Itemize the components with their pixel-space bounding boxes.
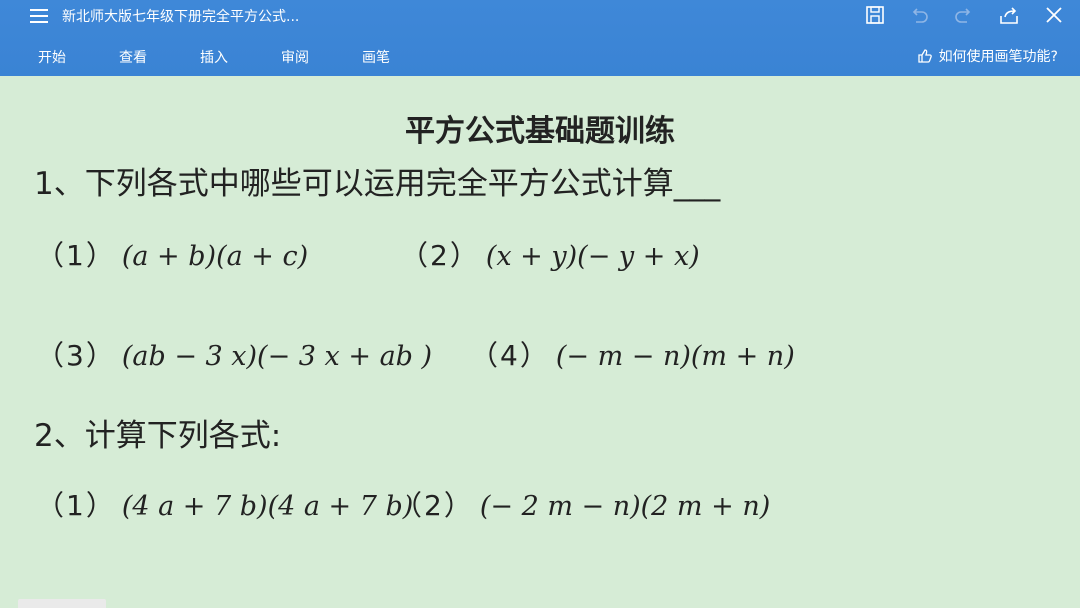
q1-item-3: （3） (ab − 3 x)(− 3 x + ab ) bbox=[36, 339, 433, 372]
q1-item-2: （2） (x + y)(− y + x) bbox=[400, 239, 700, 272]
save-icon[interactable] bbox=[864, 4, 886, 26]
q2-item-2: （2） (− 2 m − n)(2 m + n) bbox=[394, 489, 771, 522]
tab-review[interactable]: 审阅 bbox=[281, 47, 309, 67]
question-1: 1、下列各式中哪些可以运用完全平方公式计算___ bbox=[34, 166, 721, 202]
share-icon[interactable] bbox=[998, 4, 1020, 26]
pen-help-link[interactable]: 如何使用画笔功能? bbox=[917, 46, 1058, 66]
tab-pen[interactable]: 画笔 bbox=[362, 47, 390, 67]
redo-icon[interactable] bbox=[953, 4, 975, 26]
q1-item-4: （4） (− m − n)(m + n) bbox=[470, 339, 795, 372]
tab-start[interactable]: 开始 bbox=[38, 47, 66, 67]
help-label: 如何使用画笔功能? bbox=[938, 49, 1058, 65]
page-title: 平方公式基础题训练 bbox=[405, 114, 675, 149]
thumbs-up-icon bbox=[917, 49, 932, 63]
tab-view[interactable]: 查看 bbox=[119, 47, 147, 67]
overlay-tab bbox=[18, 599, 106, 608]
close-icon[interactable] bbox=[1043, 4, 1065, 26]
question-2: 2、计算下列各式: bbox=[34, 418, 282, 454]
document-page: 平方公式基础题训练 1、下列各式中哪些可以运用完全平方公式计算___ （1） (a… bbox=[0, 76, 1080, 608]
menu-icon[interactable] bbox=[30, 5, 48, 25]
document-title: 新北师大版七年级下册完全平方公式... bbox=[62, 9, 300, 25]
q2-item-1: （1） (4 a + 7 b)(4 a + 7 b) bbox=[36, 489, 414, 522]
tab-insert[interactable]: 插入 bbox=[200, 47, 228, 67]
top-toolbar: 新北师大版七年级下册完全平方公式... 开始 查看 插入 审阅 画笔 如何使用画… bbox=[0, 0, 1080, 76]
undo-icon[interactable] bbox=[908, 4, 930, 26]
q1-item-1: （1） (a + b)(a + c) bbox=[36, 239, 309, 272]
